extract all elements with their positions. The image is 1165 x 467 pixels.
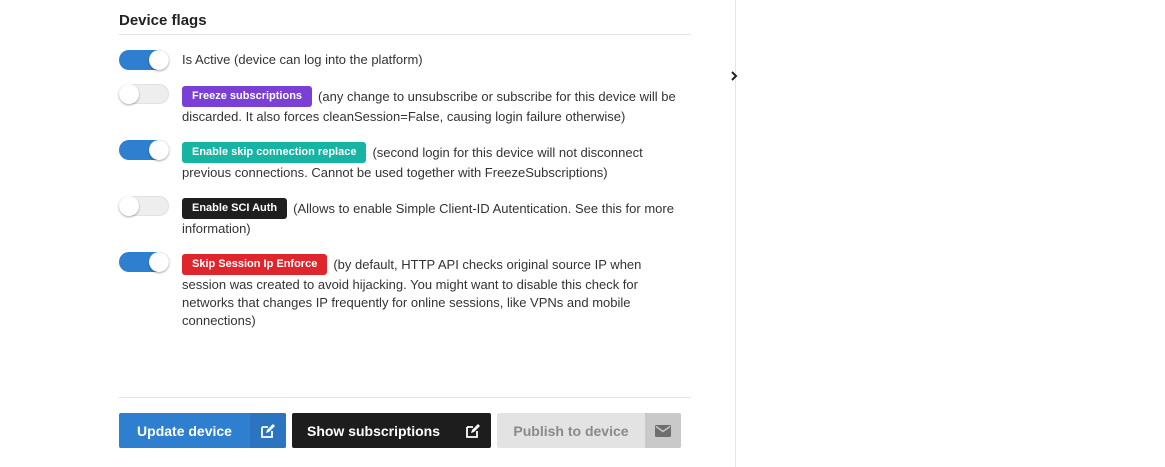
show-subscriptions-button[interactable]: Show subscriptions (292, 413, 491, 448)
edit-icon (250, 413, 286, 448)
freeze-subscriptions-toggle[interactable] (119, 84, 169, 104)
envelope-icon (645, 413, 681, 448)
show-subscriptions-label: Show subscriptions (306, 422, 440, 439)
toggle-knob (149, 140, 169, 160)
publish-to-device-label: Publish to device (513, 422, 629, 439)
toggle-knob (119, 196, 139, 216)
update-device-label: Update device (137, 422, 232, 439)
flag-description: Is Active (device can log into the platf… (182, 51, 682, 69)
is-active-toggle[interactable] (119, 50, 169, 70)
flag-description: Freeze subscriptions (any change to unsub… (182, 86, 682, 126)
toggle-knob (119, 84, 139, 104)
toggle-knob (149, 50, 169, 70)
skip-session-ip-enforce-toggle[interactable] (119, 252, 169, 272)
actions-divider (119, 397, 691, 398)
skip-connection-replace-badge: Enable skip connection replace (182, 142, 367, 163)
sci-auth-badge: Enable SCI Auth (182, 198, 288, 219)
flag-description: Skip Session Ip Enforce (by default, HTTP… (182, 254, 682, 330)
sci-auth-toggle[interactable] (119, 196, 169, 216)
flag-description: Enable SCI Auth (Allows to enable Simple … (182, 198, 682, 238)
flag-text: Is Active (device can log into the platf… (182, 52, 423, 67)
skip-session-ip-enforce-badge: Skip Session Ip Enforce (182, 254, 328, 275)
flag-description: Enable skip connection replace (second lo… (182, 142, 682, 182)
toggle-knob (149, 252, 169, 272)
section-title: Device flags (119, 12, 207, 29)
update-device-button[interactable]: Update device (119, 413, 286, 448)
skip-connection-replace-toggle[interactable] (119, 140, 169, 160)
edit-icon (455, 413, 491, 448)
chevron-right-icon[interactable] (729, 69, 741, 83)
publish-to-device-button[interactable]: Publish to device (497, 413, 681, 448)
freeze-subscriptions-badge: Freeze subscriptions (182, 86, 313, 107)
title-divider (119, 34, 691, 35)
